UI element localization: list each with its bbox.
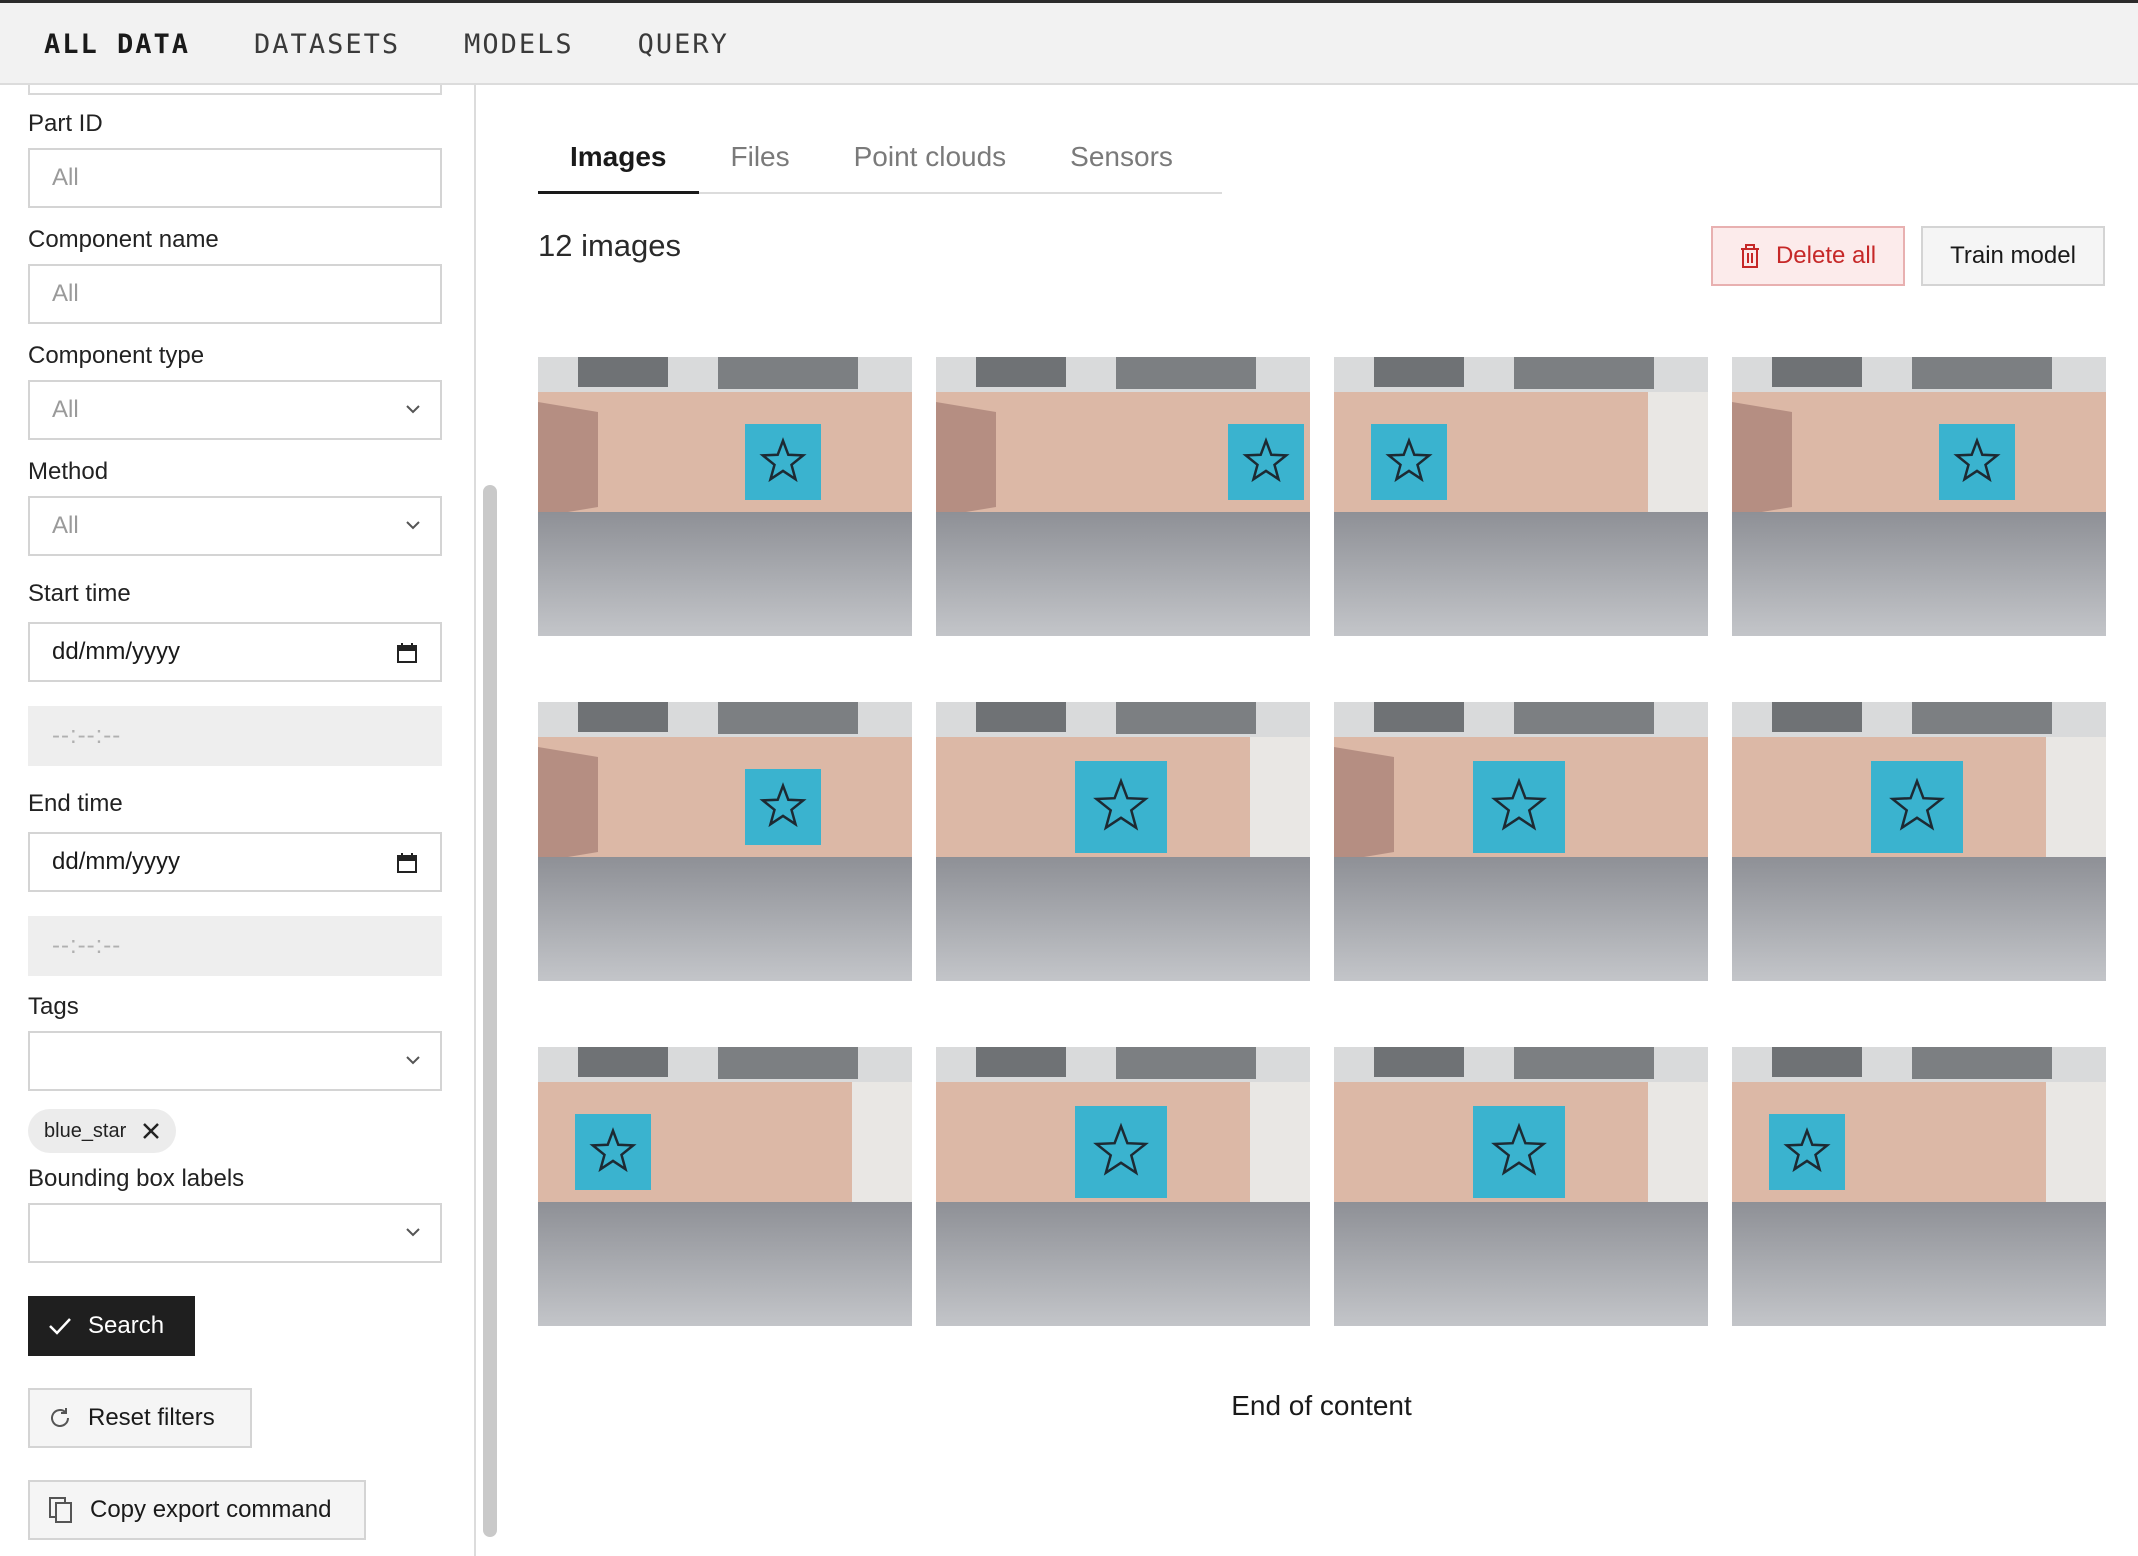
- copy-export-command-button[interactable]: Copy export command: [28, 1480, 366, 1540]
- part-id-input[interactable]: All: [28, 148, 442, 208]
- part-id-label: Part ID: [28, 110, 103, 137]
- delete-all-label: Delete all: [1775, 242, 1877, 269]
- component-type-value: All: [52, 396, 79, 423]
- end-date-value: dd/mm/yyyy: [52, 848, 181, 875]
- image-thumbnail[interactable]: [1732, 357, 2106, 636]
- image-thumbnail[interactable]: [1334, 1047, 1708, 1326]
- method-value: All: [52, 512, 79, 539]
- part-id-placeholder: All: [52, 164, 79, 191]
- image-thumbnail[interactable]: [1732, 702, 2106, 981]
- checkmark-icon: [49, 1318, 71, 1335]
- calendar-icon[interactable]: [396, 852, 418, 874]
- image-thumbnail[interactable]: [936, 357, 1310, 636]
- component-name-placeholder: All: [52, 280, 79, 307]
- train-model-button[interactable]: Train model: [1921, 226, 2105, 286]
- data-type-tabs: Images Files Point clouds Sensors: [538, 135, 1222, 194]
- copy-icon: [49, 1497, 72, 1523]
- close-icon[interactable]: [140, 1120, 162, 1142]
- search-button-label: Search: [88, 1312, 165, 1339]
- start-date-value: dd/mm/yyyy: [52, 638, 181, 665]
- nav-datasets[interactable]: DATASETS: [254, 29, 400, 60]
- delete-all-button[interactable]: Delete all: [1711, 226, 1905, 286]
- component-type-select[interactable]: All: [28, 380, 442, 440]
- tags-label: Tags: [28, 993, 79, 1020]
- image-thumbnail[interactable]: [1334, 357, 1708, 636]
- nav-models[interactable]: MODELS: [464, 29, 574, 60]
- tab-point-clouds[interactable]: Point clouds: [822, 135, 1039, 192]
- method-label: Method: [28, 458, 109, 485]
- image-thumbnail[interactable]: [538, 1047, 912, 1326]
- end-time-label: End time: [28, 790, 123, 817]
- start-time-input: --:--:--: [28, 706, 442, 766]
- reset-filters-label: Reset filters: [88, 1404, 215, 1431]
- top-nav: ALL DATA DATASETS MODELS QUERY: [44, 3, 793, 85]
- refresh-icon: [51, 1408, 69, 1427]
- bounding-box-labels-select[interactable]: [28, 1203, 442, 1263]
- method-select[interactable]: All: [28, 496, 442, 556]
- nav-query[interactable]: QUERY: [638, 29, 729, 60]
- tag-chip: blue_star: [28, 1109, 177, 1153]
- start-time-label: Start time: [28, 580, 131, 607]
- tab-images[interactable]: Images: [538, 135, 699, 194]
- sidebar-scrollbar[interactable]: [483, 485, 497, 1537]
- nav-all-data[interactable]: ALL DATA: [44, 29, 190, 60]
- component-name-label: Component name: [28, 226, 219, 253]
- calendar-icon[interactable]: [396, 642, 418, 664]
- end-date-input[interactable]: dd/mm/yyyy: [28, 832, 442, 892]
- image-thumbnail[interactable]: [936, 702, 1310, 981]
- end-time-value: --:--:--: [52, 932, 122, 959]
- top-navigation-bar: ALL DATA DATASETS MODELS QUERY: [0, 0, 2138, 85]
- image-thumbnail[interactable]: [1334, 702, 1708, 981]
- tag-chip-label: blue_star: [44, 1119, 127, 1142]
- chevron-down-icon: [406, 1228, 420, 1237]
- main-content: Images Files Point clouds Sensors 12 ima…: [505, 85, 2138, 1556]
- previous-field-edge: [28, 85, 442, 95]
- start-time-value: --:--:--: [52, 722, 122, 749]
- image-thumbnail[interactable]: [936, 1047, 1310, 1326]
- search-button[interactable]: Search: [28, 1296, 195, 1356]
- tags-select[interactable]: [28, 1031, 442, 1091]
- bounding-box-labels-label: Bounding box labels: [28, 1165, 245, 1192]
- start-date-input[interactable]: dd/mm/yyyy: [28, 622, 442, 682]
- train-model-label: Train model: [1950, 242, 2076, 269]
- image-thumbnail[interactable]: [538, 702, 912, 981]
- chevron-down-icon: [406, 1056, 420, 1065]
- image-thumbnail[interactable]: [1732, 1047, 2106, 1326]
- tab-sensors[interactable]: Sensors: [1038, 135, 1205, 192]
- chevron-down-icon: [406, 521, 420, 530]
- end-time-input: --:--:--: [28, 916, 442, 976]
- tab-files[interactable]: Files: [699, 135, 822, 192]
- image-count: 12 images: [538, 228, 682, 263]
- chevron-down-icon: [406, 405, 420, 414]
- end-of-content: End of content: [1231, 1390, 1412, 1421]
- component-type-label: Component type: [28, 342, 205, 369]
- component-name-input[interactable]: All: [28, 264, 442, 324]
- filter-sidebar: Part ID All Component name All Component…: [0, 85, 476, 1556]
- copy-export-command-label: Copy export command: [90, 1496, 332, 1523]
- image-thumbnail[interactable]: [538, 357, 912, 636]
- reset-filters-button[interactable]: Reset filters: [28, 1388, 252, 1448]
- image-grid: [538, 357, 2106, 1326]
- trash-icon: [1740, 244, 1759, 268]
